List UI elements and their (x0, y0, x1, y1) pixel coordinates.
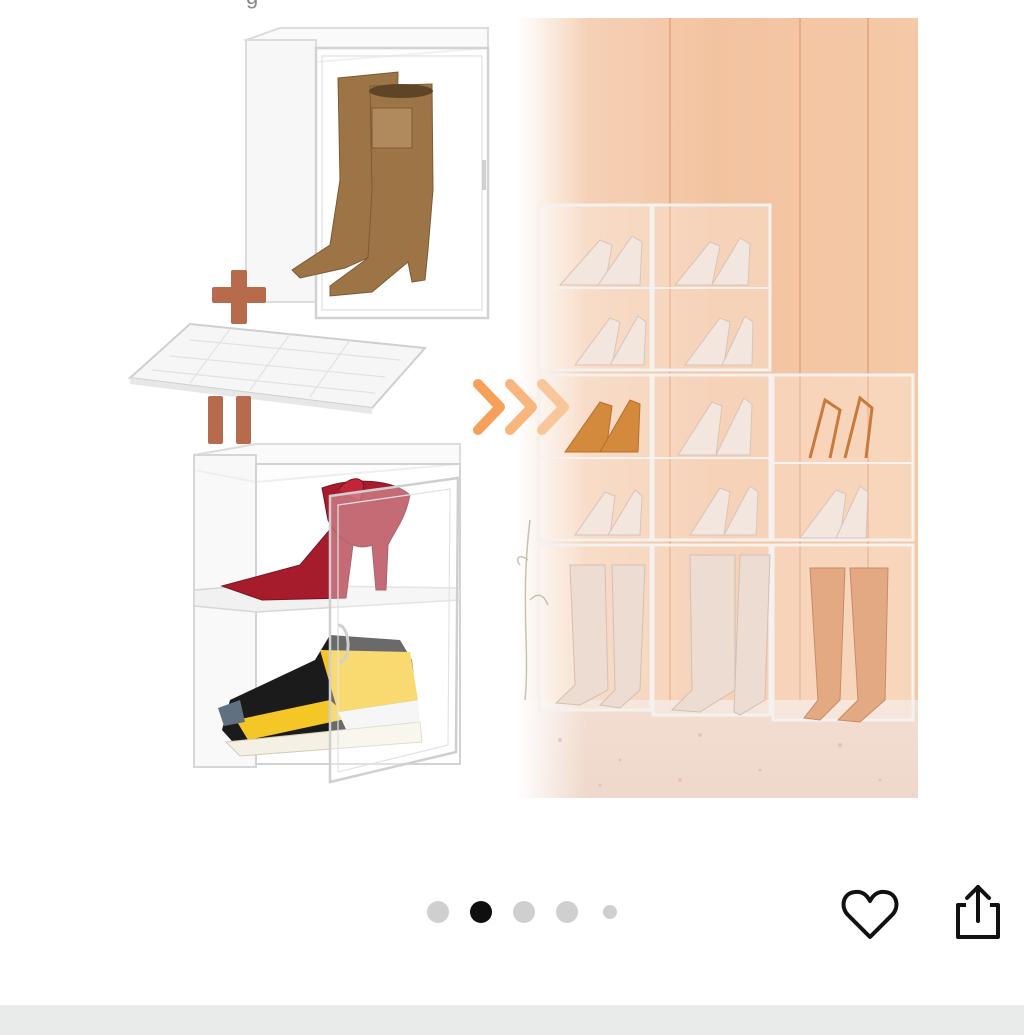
single-box-with-boots (242, 27, 490, 320)
share-icon (956, 885, 1000, 939)
heart-outline-icon (841, 889, 899, 939)
favorite-button[interactable] (838, 882, 902, 946)
cut-off-caption: g (246, 0, 258, 10)
double-box-with-shoes (193, 443, 461, 784)
share-button[interactable] (946, 880, 1010, 944)
equals-sign (208, 396, 251, 444)
carousel-dot-4[interactable] (556, 901, 578, 923)
bottom-divider-bar (0, 1005, 1024, 1035)
product-image[interactable]: g (0, 0, 1024, 840)
carousel-dot-1[interactable] (427, 901, 449, 923)
shelf-panel (127, 322, 428, 414)
carousel-dot-3[interactable] (513, 901, 535, 923)
carousel-dot-5[interactable] (603, 905, 617, 919)
product-illustration (127, 18, 918, 798)
carousel-dot-2-active[interactable] (470, 901, 492, 923)
room-scene (516, 18, 918, 798)
